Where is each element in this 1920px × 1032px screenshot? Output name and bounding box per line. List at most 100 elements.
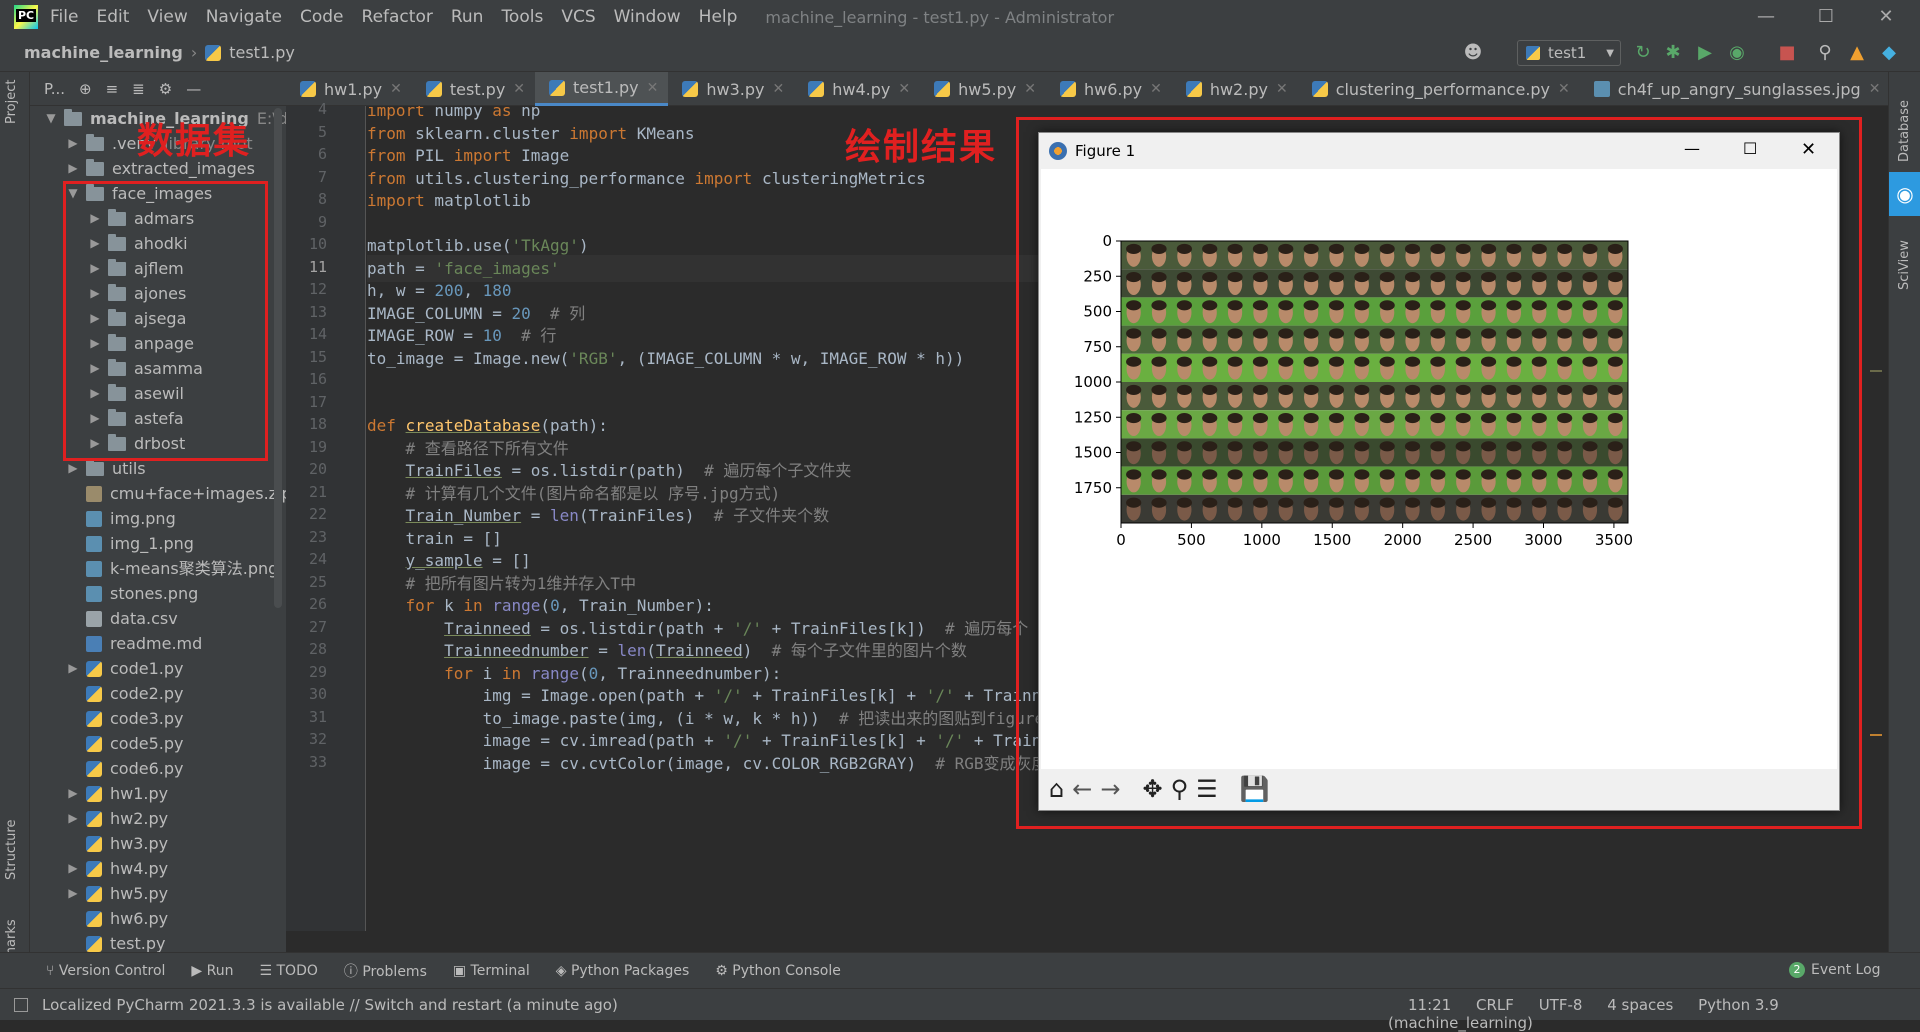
editor-tab[interactable]: test1.py ✕: [535, 72, 669, 106]
close-tab-icon[interactable]: ✕: [773, 81, 785, 97]
tree-scrollbar[interactable]: [274, 108, 282, 608]
coverage-icon[interactable]: ▶: [1694, 42, 1716, 64]
editor-tab[interactable]: ch4f_up_angry_sunglasses.jpg ✕: [1580, 72, 1891, 106]
ide-services-icon[interactable]: ◆: [1878, 42, 1900, 64]
close-tab-icon[interactable]: ✕: [1024, 81, 1036, 97]
close-tab-icon[interactable]: ✕: [513, 81, 525, 97]
hide-panel-icon[interactable]: —: [186, 80, 201, 98]
breadcrumb-file[interactable]: test1.py: [229, 43, 295, 62]
close-tab-icon[interactable]: ✕: [1150, 81, 1162, 97]
tool-window-button[interactable]: ⓘ Problems: [344, 961, 427, 981]
line-separator[interactable]: CRLF: [1476, 996, 1514, 1014]
save-icon[interactable]: 💾: [1240, 775, 1270, 803]
close-tab-icon[interactable]: ✕: [647, 80, 659, 96]
tool-window-button[interactable]: ⑂ Version Control: [46, 963, 165, 979]
tree-item[interactable]: ▶ hw5.py: [66, 881, 168, 906]
maximize-icon[interactable]: ☐: [1743, 139, 1757, 158]
code-line[interactable]: to_image = Image.new('RGB', (IMAGE_COLUM…: [367, 345, 964, 372]
gear-icon[interactable]: ⚙: [159, 80, 172, 98]
figure-window[interactable]: Figure 1 — ☐ ✕ 0 500 1000 1500 2000 2500 3000 3…: [1038, 132, 1840, 811]
menu-item[interactable]: Code: [300, 7, 344, 27]
tree-item[interactable]: data.csv: [66, 606, 178, 631]
update-icon[interactable]: ▲: [1846, 42, 1868, 64]
sciview-tool-button[interactable]: SciView: [1897, 240, 1912, 290]
status-message[interactable]: Localized PyCharm 2021.3.3 is available …: [42, 996, 618, 1014]
tool-window-button[interactable]: ☰ TODO: [259, 963, 317, 979]
tree-item[interactable]: code3.py: [66, 706, 183, 731]
close-icon[interactable]: ✕: [1856, 0, 1916, 34]
menu-item[interactable]: Help: [699, 7, 738, 27]
search-icon[interactable]: ⚲: [1814, 42, 1836, 64]
tree-item[interactable]: hw6.py: [66, 906, 168, 931]
breadcrumb-project[interactable]: machine_learning: [24, 43, 183, 62]
close-tab-icon[interactable]: ✕: [1558, 81, 1570, 97]
collapse-all-icon[interactable]: ≣: [132, 80, 145, 98]
tree-item[interactable]: ▶ hw4.py: [66, 856, 168, 881]
menu-item[interactable]: Edit: [96, 7, 129, 27]
maximize-icon[interactable]: ☐: [1796, 0, 1856, 34]
run-configuration-select[interactable]: test1 ▼: [1517, 40, 1621, 66]
editor-tab[interactable]: hw2.py ✕: [1172, 72, 1298, 106]
indent-setting[interactable]: 4 spaces: [1607, 996, 1673, 1014]
file-encoding[interactable]: UTF-8: [1539, 996, 1583, 1014]
database-tool-button[interactable]: Database: [1897, 100, 1912, 162]
tool-window-button[interactable]: ◈ Python Packages: [556, 963, 690, 979]
tool-window-button[interactable]: ⚙ Python Console: [715, 963, 841, 979]
tree-item[interactable]: stones.png: [66, 581, 198, 606]
rerun-icon[interactable]: ↻: [1632, 42, 1654, 64]
pan-icon[interactable]: ✥: [1142, 775, 1162, 803]
locate-icon[interactable]: ⊕: [79, 80, 92, 98]
user-icon[interactable]: ☻: [1462, 42, 1484, 64]
code-line[interactable]: image = cv.cvtColor(image, cv.COLOR_RGB2…: [367, 750, 1064, 777]
home-icon[interactable]: ⌂: [1049, 775, 1064, 803]
close-tab-icon[interactable]: ✕: [390, 81, 402, 97]
event-log-button[interactable]: 2 Event Log: [1789, 962, 1881, 978]
expand-all-icon[interactable]: ≡: [106, 80, 119, 98]
editor-tab[interactable]: hw4.py ✕: [794, 72, 920, 106]
editor-tab[interactable]: hw6.py ✕: [1046, 72, 1172, 106]
editor-tab[interactable]: hw5.py ✕: [920, 72, 1046, 106]
tree-item[interactable]: hw3.py: [66, 831, 168, 856]
menu-item[interactable]: Navigate: [206, 7, 282, 27]
tree-item[interactable]: code6.py: [66, 756, 183, 781]
menu-item[interactable]: Refactor: [362, 7, 433, 27]
tree-item[interactable]: ▶ hw2.py: [66, 806, 168, 831]
zoom-icon[interactable]: ⚲: [1171, 775, 1189, 803]
menu-item[interactable]: File: [50, 7, 78, 27]
editor-tab[interactable]: test.py ✕: [412, 72, 535, 106]
minimize-icon[interactable]: —: [1736, 0, 1796, 34]
tree-item[interactable]: code5.py: [66, 731, 183, 756]
tree-item[interactable]: cmu+face+images.zip: [66, 481, 292, 506]
tool-window-button[interactable]: ▣ Terminal: [453, 963, 530, 979]
sciview-icon[interactable]: ◉: [1889, 172, 1920, 216]
structure-tool-button[interactable]: Structure: [4, 820, 19, 880]
minimize-icon[interactable]: —: [1684, 139, 1700, 158]
close-tab-icon[interactable]: ✕: [898, 81, 910, 97]
close-icon[interactable]: ✕: [1801, 139, 1816, 160]
menu-item[interactable]: View: [147, 7, 187, 27]
close-tab-icon[interactable]: ✕: [1869, 81, 1881, 97]
close-tab-icon[interactable]: ✕: [1276, 81, 1288, 97]
menu-item[interactable]: Tools: [501, 7, 543, 27]
tree-item[interactable]: code2.py: [66, 681, 183, 706]
profile-icon[interactable]: ◉: [1726, 42, 1748, 64]
menu-item[interactable]: Run: [451, 7, 484, 27]
project-tool-button[interactable]: Project: [4, 80, 19, 124]
editor-tab[interactable]: clustering_performance.py ✕: [1298, 72, 1580, 106]
tree-item[interactable]: k-means聚类算法.png: [66, 556, 278, 581]
editor-tab[interactable]: hw3.py ✕: [668, 72, 794, 106]
tree-item[interactable]: ▶ hw1.py: [66, 781, 168, 806]
menu-item[interactable]: Window: [614, 7, 681, 27]
project-view-select[interactable]: P...: [44, 80, 65, 98]
figure-canvas[interactable]: 0 500 1000 1500 2000 2500 3000 3500 0 250 500 750 10…: [1041, 169, 1837, 769]
tree-item[interactable]: img_1.png: [66, 531, 194, 556]
stop-icon[interactable]: ■: [1776, 42, 1798, 64]
back-icon[interactable]: ←: [1072, 775, 1092, 803]
toggle-tool-windows-icon[interactable]: [14, 997, 28, 1012]
tree-item[interactable]: readme.md: [66, 631, 202, 656]
menu-item[interactable]: VCS: [561, 7, 595, 27]
tool-window-button[interactable]: ▶ Run: [191, 963, 233, 979]
configure-icon[interactable]: ☰: [1196, 775, 1218, 803]
tree-item[interactable]: ▶ code1.py: [66, 656, 183, 681]
caret-position[interactable]: 11:21: [1408, 996, 1451, 1014]
